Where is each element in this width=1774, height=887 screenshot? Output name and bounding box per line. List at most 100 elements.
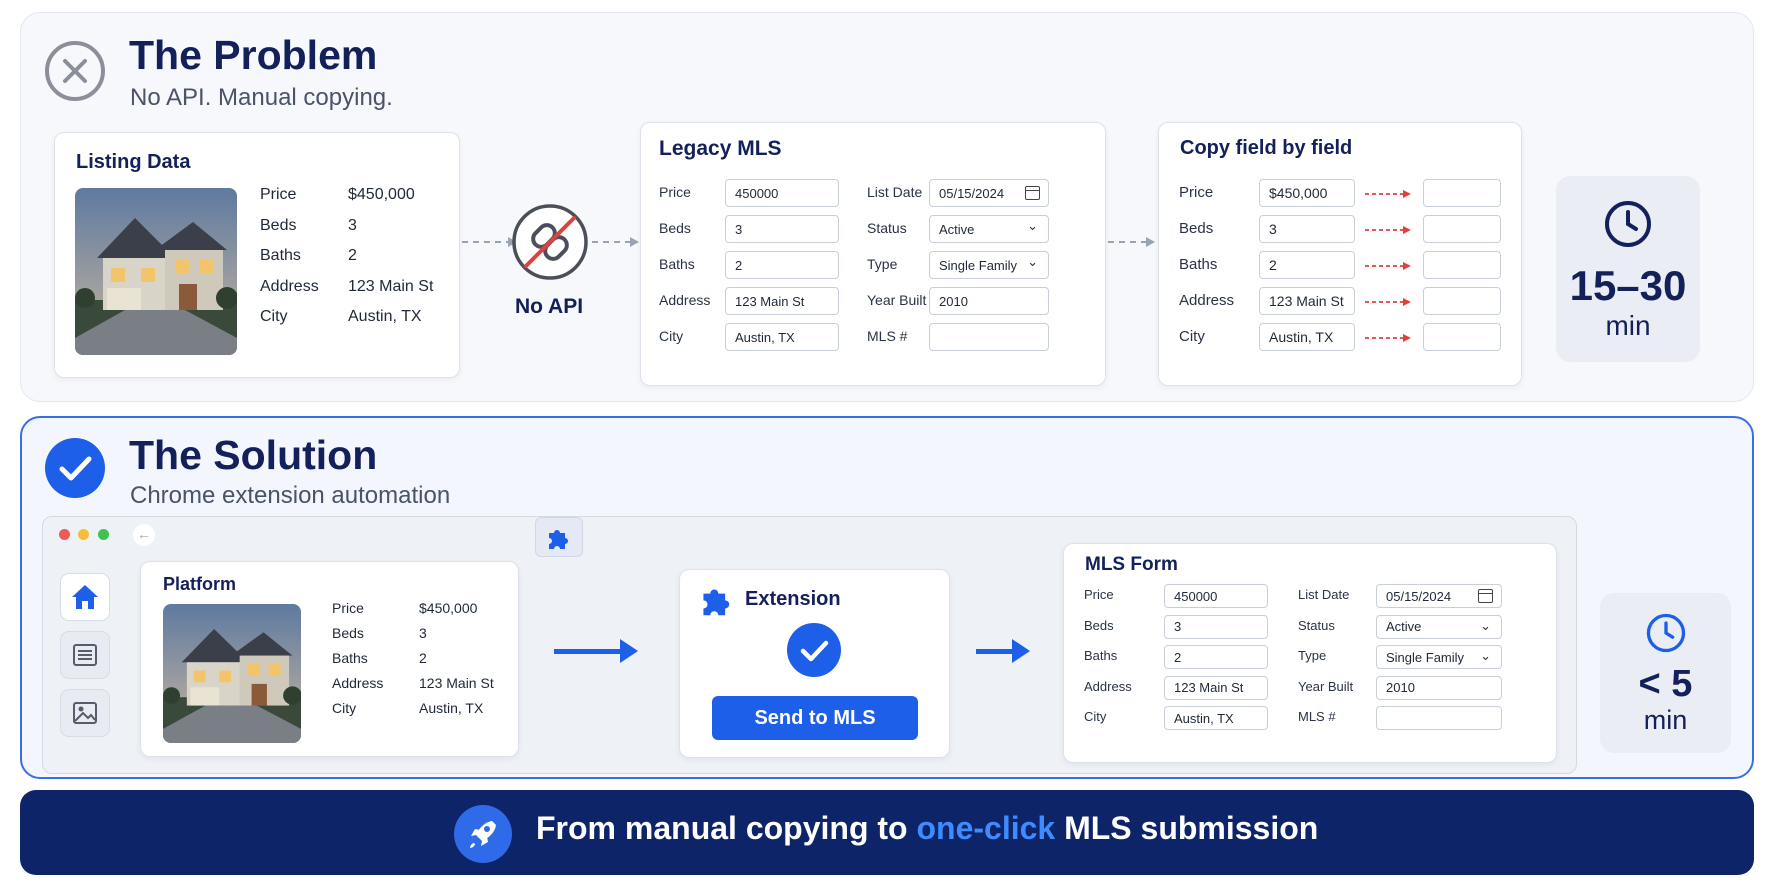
solution-time-box: < 5 min: [1600, 593, 1731, 753]
extension-puzzle-icon: [698, 580, 736, 623]
copy-source-field[interactable]: 3: [1259, 215, 1355, 243]
date-input-value: 05/15/2024: [1386, 588, 1452, 604]
listing-label: City: [260, 308, 288, 325]
field-label: List Date: [867, 184, 923, 200]
date-input[interactable]: 05/15/2024: [1376, 584, 1502, 608]
copy-target-field[interactable]: [1423, 251, 1501, 279]
field-input[interactable]: [1376, 706, 1502, 730]
field-label: Status: [1298, 617, 1335, 633]
listing-value: $450,000: [348, 186, 415, 203]
red-dashed-arrow: [1365, 295, 1413, 313]
clock-icon: [1604, 200, 1652, 253]
date-input[interactable]: 05/15/2024: [929, 179, 1049, 207]
list-icon: [73, 644, 97, 666]
sidebar-list-button[interactable]: [60, 631, 110, 679]
check-circle-icon: [786, 622, 842, 683]
copy-label: Beds: [1179, 220, 1214, 237]
problem-title: The Problem: [129, 32, 378, 78]
dashed-arrow-connector: [592, 237, 639, 247]
window-close-dot[interactable]: [59, 529, 70, 540]
platform-value: 123 Main St: [419, 675, 494, 691]
copy-target-field[interactable]: [1423, 287, 1501, 315]
red-dashed-arrow: [1365, 187, 1413, 205]
select-dropdown[interactable]: Active: [1376, 614, 1502, 639]
banner-highlight: one-click: [916, 810, 1056, 846]
platform-label: Price: [332, 600, 364, 616]
select-dropdown[interactable]: Single Family: [929, 251, 1049, 279]
problem-subtitle: No API. Manual copying.: [130, 84, 393, 111]
field-input[interactable]: 3: [1164, 614, 1268, 639]
select-dropdown[interactable]: Active: [929, 215, 1049, 243]
platform-label: Baths: [332, 650, 368, 666]
platform-label: City: [332, 700, 357, 716]
platform-value: 3: [419, 625, 427, 641]
field-label: Beds: [1084, 617, 1114, 633]
field-input[interactable]: 123 Main St: [725, 287, 839, 315]
field-label: Address: [1084, 678, 1132, 694]
platform-label: Beds: [332, 625, 364, 641]
banner-text-before: From manual copying to: [536, 810, 917, 846]
listing-value: 123 Main St: [348, 277, 434, 295]
no-api-icon: [510, 202, 590, 282]
calendar-icon[interactable]: [1025, 186, 1040, 200]
field-input[interactable]: Austin, TX: [1164, 706, 1268, 730]
send-to-mls-button[interactable]: Send to MLS: [712, 696, 918, 740]
copy-target-field[interactable]: [1423, 215, 1501, 243]
field-label: City: [659, 328, 684, 344]
house-image: [75, 188, 237, 355]
field-label: Price: [659, 184, 691, 200]
copy-label: Baths: [1179, 256, 1218, 273]
field-label: Beds: [659, 220, 691, 236]
select-dropdown[interactable]: Single Family: [1376, 645, 1502, 669]
listing-label: Baths: [260, 247, 301, 264]
field-input[interactable]: 2: [1164, 645, 1268, 669]
extension-puzzle-icon[interactable]: [535, 517, 583, 557]
field-label: Year Built: [1298, 678, 1354, 694]
field-input[interactable]: 2010: [929, 287, 1049, 315]
red-dashed-arrow: [1365, 259, 1413, 277]
copy-source-field[interactable]: 123 Main St: [1259, 287, 1355, 315]
field-label: Address: [659, 292, 711, 308]
legacy-mls-card: Legacy MLS Price 450000 Beds 3 Baths 2 Address…: [640, 122, 1106, 386]
window-maximize-dot[interactable]: [98, 529, 109, 540]
field-label: Status: [867, 220, 907, 236]
listing-label: Address: [260, 277, 319, 295]
sidebar-home-button[interactable]: [60, 573, 110, 621]
platform-card: Platform Price $450,000 Beds 3 Baths 2 Address…: [140, 561, 519, 757]
platform-value: Austin, TX: [419, 700, 484, 716]
field-input[interactable]: 2: [725, 251, 839, 279]
listing-label: Beds: [260, 216, 297, 234]
listing-label: Price: [260, 186, 297, 203]
calendar-icon[interactable]: [1478, 589, 1493, 603]
window-minimize-dot[interactable]: [78, 529, 89, 540]
home-icon: [72, 585, 98, 609]
copy-target-field[interactable]: [1423, 179, 1501, 207]
close-circle-icon: [44, 40, 106, 102]
copy-source-field[interactable]: Austin, TX: [1259, 323, 1355, 351]
field-input[interactable]: 2010: [1376, 675, 1502, 700]
field-input[interactable]: 3: [725, 215, 839, 243]
field-input[interactable]: 450000: [725, 179, 839, 207]
field-input[interactable]: 450000: [1164, 584, 1268, 608]
date-input-value: 05/15/2024: [939, 185, 1005, 201]
sidebar-image-button[interactable]: [60, 689, 110, 737]
field-input[interactable]: Austin, TX: [725, 323, 839, 351]
legacy-mls-title: Legacy MLS: [659, 137, 782, 160]
extension-card: Extension Send to MLS: [679, 569, 950, 758]
field-input[interactable]: [929, 323, 1049, 351]
platform-title: Platform: [163, 574, 237, 594]
extension-title: Extension: [745, 588, 841, 610]
problem-time-unit: min: [1605, 310, 1651, 341]
solution-time-unit: min: [1643, 705, 1688, 735]
flow-arrow: [554, 639, 638, 663]
field-label: List Date: [1298, 587, 1350, 602]
copy-source-field[interactable]: 2: [1259, 251, 1355, 279]
back-arrow-icon[interactable]: ←: [133, 524, 155, 546]
dashed-arrow-connector: [1108, 237, 1155, 247]
copy-target-field[interactable]: [1423, 323, 1501, 351]
field-input[interactable]: 123 Main St: [1164, 675, 1268, 700]
banner-text-after: MLS submission: [1055, 810, 1319, 846]
copy-source-field[interactable]: $450,000: [1259, 179, 1355, 207]
field-label: Baths: [1084, 648, 1118, 663]
red-dashed-arrow: [1365, 331, 1413, 349]
